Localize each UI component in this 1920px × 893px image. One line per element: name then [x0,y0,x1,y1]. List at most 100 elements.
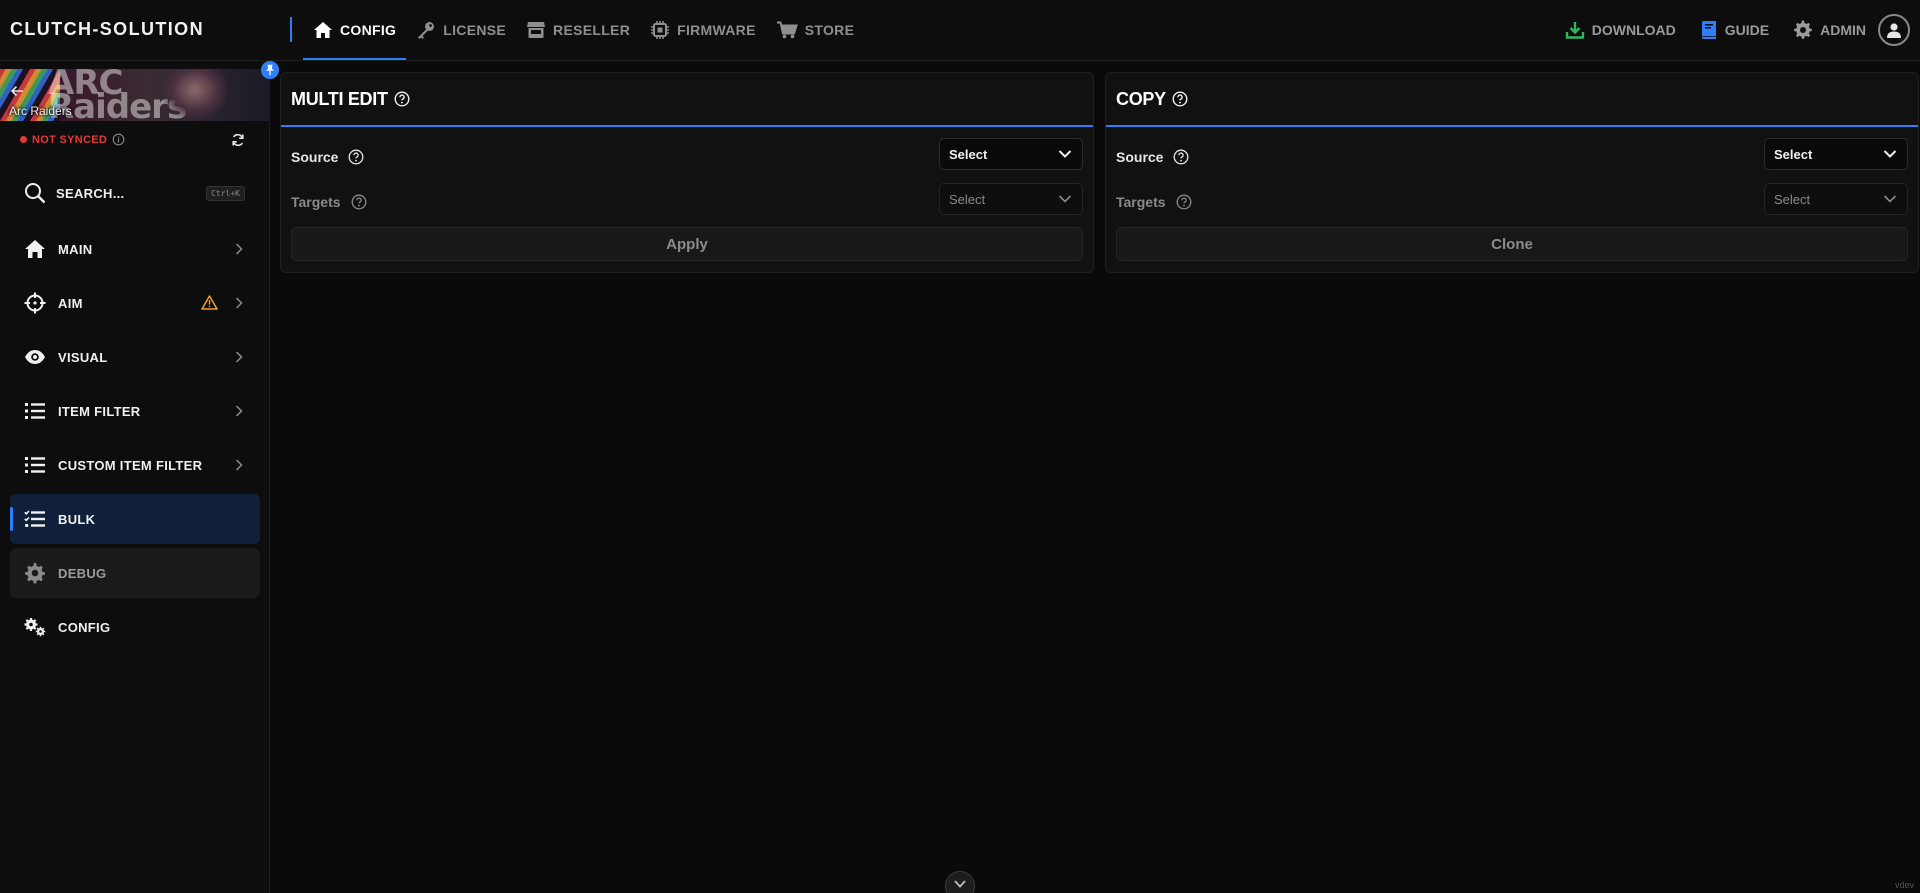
source-label: Source [1116,149,1164,165]
download-link[interactable]: DOWNLOAD [1553,20,1688,40]
admin-label: ADMIN [1820,22,1866,38]
pin-button[interactable] [261,61,279,79]
help-icon[interactable] [348,149,364,165]
home-icon [313,21,333,39]
game-banner[interactable]: ARC Raiders Arc Raiders [0,69,270,121]
scroll-down-button[interactable] [945,871,975,893]
gear-icon [24,562,46,584]
sidebar-item-label: BULK [58,511,96,527]
info-icon[interactable] [112,133,125,146]
checklist-icon [24,510,46,528]
nav-divider [290,17,292,42]
sidebar-item-item-filter[interactable]: ITEM FILTER [10,386,260,436]
home-icon [24,239,46,259]
sidebar-item-debug[interactable]: DEBUG [10,548,260,598]
help-icon[interactable] [351,194,367,210]
chevron-down-icon [1883,194,1897,204]
targets-select[interactable]: Select [939,183,1083,215]
sync-dot [20,136,27,143]
chevron-down-icon [954,880,966,888]
help-icon[interactable] [1176,194,1192,210]
key-icon [416,20,436,40]
cart-icon [776,21,798,39]
chevron-right-icon [235,405,243,417]
source-label: Source [291,149,339,165]
main-nav: CONFIG LICENSE RESELLER FIRMWARE STORE [303,0,864,60]
chevron-right-icon [235,243,243,255]
sidebar-search[interactable]: SEARCH... Ctrl+K [10,171,260,215]
gears-icon [24,617,46,637]
sidebar-item-main[interactable]: MAIN [10,224,260,274]
download-label: DOWNLOAD [1591,22,1676,38]
help-icon[interactable] [1173,149,1189,165]
sidebar-item-label: VISUAL [58,349,108,365]
book-icon [1700,20,1718,40]
nav-tab-label: LICENSE [443,22,507,38]
sidebar-item-label: CONFIG [58,619,111,635]
nav-tab-store[interactable]: STORE [766,0,864,60]
nav-tab-config[interactable]: CONFIG [303,0,407,60]
apply-button[interactable]: Apply [291,227,1083,261]
nav-tab-license[interactable]: LICENSE [406,0,516,60]
sidebar-item-label: AIM [58,295,83,311]
download-icon [1565,20,1585,40]
nav-right: DOWNLOAD GUIDE ADMIN [1553,0,1920,60]
sidebar-item-bulk[interactable]: BULK [10,494,260,544]
targets-select[interactable]: Select [1764,183,1908,215]
nav-tab-label: RESELLER [553,22,631,38]
card-header: MULTI EDIT [281,73,1093,127]
admin-link[interactable]: ADMIN [1781,20,1878,40]
help-icon[interactable] [394,91,410,107]
warning-icon [201,295,218,310]
copy-card: COPY Source Select Targets Select Clone [1105,72,1919,273]
sidebar-item-config[interactable]: CONFIG [10,602,260,652]
chip-icon [650,20,670,40]
user-avatar[interactable] [1878,14,1910,46]
back-arrow-icon[interactable] [10,85,24,97]
list-icon [24,456,46,474]
refresh-icon[interactable] [231,133,245,147]
chevron-right-icon [235,297,243,309]
sidebar-item-label: CUSTOM ITEM FILTER [58,457,203,473]
nav-tab-reseller[interactable]: RESELLER [516,0,640,60]
chevron-down-icon [1883,149,1897,159]
card-title: COPY [1116,88,1166,109]
sidebar-item-aim[interactable]: AIM [10,278,260,328]
source-select[interactable]: Select [939,138,1083,170]
sync-status: NOT SYNCED [20,133,125,146]
source-select-value: Select [949,146,988,162]
guide-label: GUIDE [1724,22,1770,38]
eye-icon [24,349,46,365]
search-icon [24,182,46,204]
pin-icon [265,64,275,76]
targets-label: Targets [291,194,341,210]
search-shortcut: Ctrl+K [206,186,245,201]
targets-field: Targets [291,194,367,210]
chevron-down-icon [1058,194,1072,204]
sidebar-item-label: MAIN [58,241,93,257]
sidebar-item-visual[interactable]: VISUAL [10,332,260,382]
chevron-down-icon [1058,149,1072,159]
source-select-value: Select [1774,146,1813,162]
targets-field: Targets [1116,194,1192,210]
help-icon[interactable] [1172,91,1188,107]
nav-tab-label: CONFIG [340,22,397,38]
banner-art: ARC Raiders [48,69,187,121]
sidebar-item-label: DEBUG [58,565,107,581]
guide-link[interactable]: GUIDE [1688,20,1781,40]
banner-figure [160,69,230,121]
brand-logo[interactable]: CLUTCH-SOLUTION [10,19,204,40]
card-header: COPY [1106,73,1918,127]
sidebar-item-label: ITEM FILTER [58,403,141,419]
game-name: Arc Raiders [9,104,72,118]
nav-tab-firmware[interactable]: FIRMWARE [640,0,766,60]
clone-button[interactable]: Clone [1116,227,1908,261]
card-title: MULTI EDIT [291,88,388,109]
sidebar: ARC Raiders Arc Raiders NOT SYNCED SEARC… [0,61,270,893]
list-icon [24,402,46,420]
source-select[interactable]: Select [1764,138,1908,170]
chevron-right-icon [235,351,243,363]
targets-label: Targets [1116,194,1166,210]
sidebar-item-custom-item-filter[interactable]: CUSTOM ITEM FILTER [10,440,260,490]
top-bar: CLUTCH-SOLUTION CONFIG LICENSE RESELLER … [0,0,1920,61]
